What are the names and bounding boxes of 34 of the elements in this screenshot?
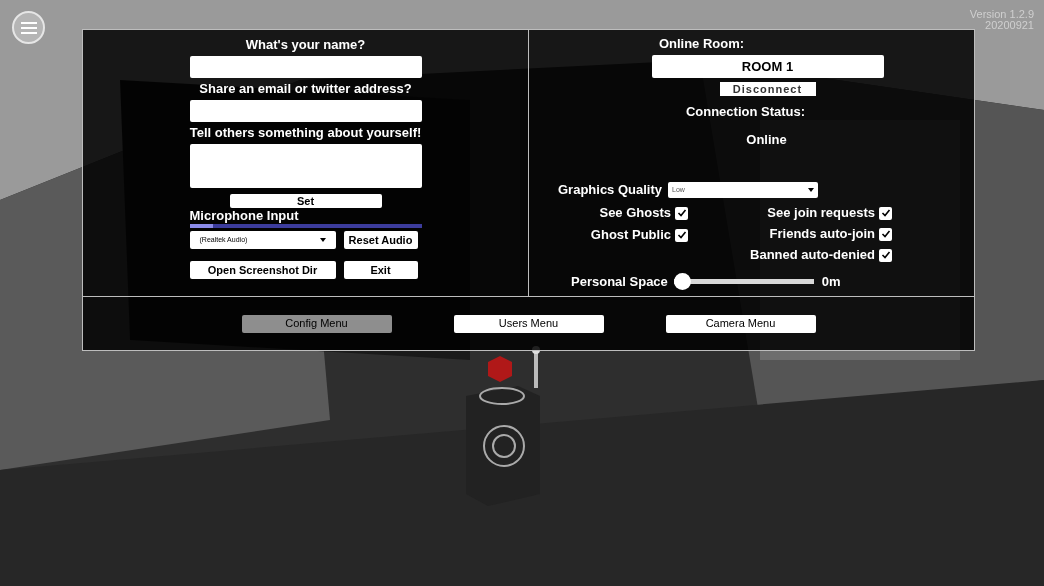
checkbox[interactable]	[879, 206, 892, 220]
microphone-label: Microphone Input	[189, 208, 299, 223]
caret-icon	[808, 187, 815, 192]
graphics-quality-label: Graphics Quality	[558, 181, 663, 199]
caret-icon	[319, 238, 326, 242]
menu-tab[interactable]: Camera Menu	[665, 314, 816, 333]
room-field[interactable]: ROOM 1	[651, 55, 884, 78]
field-label: What's your name?	[245, 37, 366, 53]
checkbox[interactable]	[879, 248, 892, 262]
menu-tab[interactable]: Users Menu	[453, 314, 604, 333]
text-field[interactable]	[189, 56, 422, 78]
exit-button[interactable]: Exit	[343, 261, 418, 279]
option-label: See Ghosts	[599, 205, 671, 221]
slider-value: 0m	[821, 273, 841, 291]
connection-status: Online	[746, 130, 787, 149]
open-screenshot-dir-button[interactable]: Open Screenshot Dir	[189, 261, 336, 279]
menu-tab[interactable]: Config Menu	[241, 314, 392, 333]
checkbox[interactable]	[879, 227, 892, 241]
personal-space-label: Personal Space	[571, 273, 668, 291]
option-label: See join requests	[767, 205, 875, 221]
text-field[interactable]	[189, 100, 422, 122]
set-button[interactable]: Set	[229, 194, 382, 208]
checkbox[interactable]	[675, 206, 688, 220]
option-label: Friends auto-join	[769, 226, 875, 242]
option-label: Ghost Public	[590, 227, 671, 243]
option-label: Banned auto-denied	[750, 247, 875, 263]
reset-audio-button[interactable]: Reset Audio	[343, 231, 418, 249]
checkbox[interactable]	[675, 228, 688, 242]
connection-status-label: Connection Status:	[685, 103, 806, 121]
field-label: Tell others something about yourself!	[189, 125, 422, 141]
field-label: Share an email or twitter address?	[199, 81, 412, 97]
online-room-label: Online Room:	[658, 36, 745, 52]
slider-thumb[interactable]	[673, 273, 691, 291]
disconnect-button[interactable]: Disconnect	[719, 82, 816, 96]
